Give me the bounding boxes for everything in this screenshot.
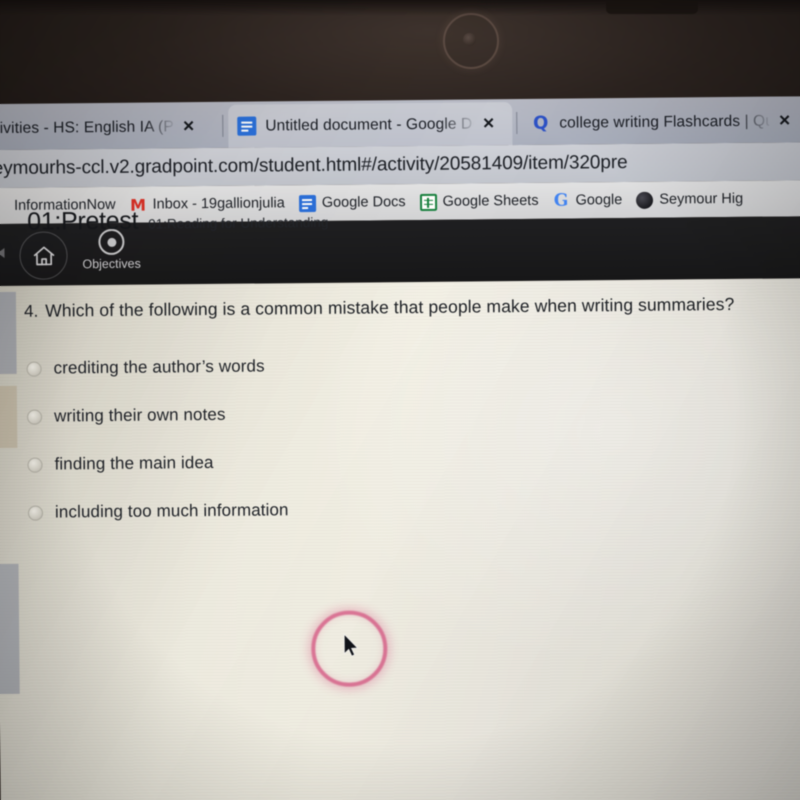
- tab-close-icon[interactable]: ✕: [778, 112, 791, 129]
- page-left-edge-strip: [0, 563, 20, 695]
- activity-title: 01:Pretest: [27, 206, 139, 236]
- bookmark-label: Google: [575, 192, 623, 209]
- bookmark-google-sheets[interactable]: Google Sheets: [419, 192, 539, 211]
- answer-option-label: finding the main idea: [54, 452, 214, 474]
- mouse-arrow-cursor: [343, 633, 359, 657]
- bookmark-seymour-high[interactable]: Seymour Hig: [636, 190, 744, 209]
- address-bar-url: eymourhs-ccl.v2.gradpoint.com/student.ht…: [0, 151, 628, 180]
- tab-close-icon[interactable]: ✕: [182, 118, 195, 135]
- answer-option-label: crediting the author’s words: [53, 356, 265, 378]
- tab-separator: [516, 112, 518, 135]
- screen-area: tivities - HS: English IA (Prescr ✕ Unti…: [0, 88, 800, 800]
- radio-button-icon[interactable]: [27, 505, 44, 521]
- radio-button-icon[interactable]: [27, 409, 43, 425]
- browser-tab-1[interactable]: Untitled document - Google Docs ✕: [228, 102, 513, 148]
- answer-option-0[interactable]: crediting the author’s words: [26, 339, 626, 393]
- browser-tab-0[interactable]: tivities - HS: English IA (Prescr ✕: [0, 105, 219, 150]
- webcam-lens: [463, 33, 476, 46]
- bookmark-label: Seymour Hig: [659, 190, 744, 208]
- laptop-screen-photo: tivities - HS: English IA (Prescr ✕ Unti…: [0, 0, 800, 800]
- radio-button-icon[interactable]: [27, 457, 43, 473]
- question-number: 4.: [23, 301, 39, 321]
- radio-button-icon[interactable]: [26, 361, 42, 377]
- bookmark-label: Google Sheets: [442, 192, 539, 210]
- back-arrow-icon[interactable]: [0, 247, 5, 259]
- activity-subtitle: 01:Reading for Understanding: [148, 214, 329, 232]
- objectives-label: Objectives: [82, 256, 141, 272]
- answer-options-list: crediting the author’s words writing the…: [26, 339, 628, 537]
- home-icon: [33, 246, 54, 265]
- browser-tab-2[interactable]: Q college writing Flashcards | Quiz ✕: [522, 99, 800, 145]
- google-icon: G: [553, 190, 569, 211]
- bezel-notch: [606, 0, 698, 14]
- page-left-edge-strip: [0, 291, 17, 375]
- tab-title: tivities - HS: English IA (Prescr: [0, 117, 174, 137]
- quizlet-icon: Q: [533, 112, 549, 134]
- answer-option-label: writing their own notes: [53, 404, 226, 426]
- google-docs-icon: [237, 116, 257, 136]
- page-title: 01:Pretest 01:Reading for Understanding: [27, 205, 328, 237]
- tab-separator: [222, 114, 224, 137]
- bookmark-label: Google Docs: [321, 194, 406, 211]
- tab-title: Untitled document - Google Docs: [265, 114, 474, 134]
- tab-title: college writing Flashcards | Quiz: [559, 112, 770, 132]
- browser-tab-strip: tivities - HS: English IA (Prescr ✕ Unti…: [0, 96, 800, 151]
- generic-icon: [0, 197, 8, 214]
- answer-option-3[interactable]: including too much information: [27, 483, 628, 537]
- home-button[interactable]: [19, 231, 68, 280]
- seymour-icon: [636, 191, 654, 209]
- bookmark-google[interactable]: G Google: [552, 190, 623, 211]
- page-left-edge-strip: [0, 385, 18, 449]
- answer-option-2[interactable]: finding the main idea: [27, 435, 627, 489]
- google-sheets-icon: [419, 193, 437, 211]
- tab-close-icon[interactable]: ✕: [482, 115, 495, 132]
- answer-option-label: including too much information: [54, 500, 289, 522]
- answer-option-1[interactable]: writing their own notes: [27, 387, 627, 441]
